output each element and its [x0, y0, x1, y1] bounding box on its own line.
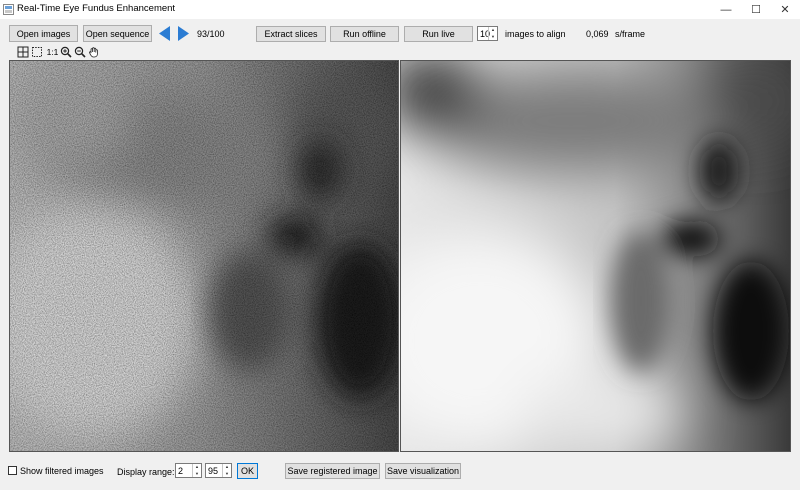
timing-unit: s/frame: [615, 29, 646, 39]
align-label: images to align: [505, 29, 566, 39]
zoom-in-icon[interactable]: [60, 46, 72, 58]
enhanced-fundus-image: [401, 61, 790, 451]
range-max-value: 95: [208, 465, 219, 476]
close-icon[interactable]: ✕: [770, 0, 800, 19]
range-min-value: 2: [178, 465, 184, 476]
save-visualization-button[interactable]: Save visualization: [385, 463, 461, 479]
stepper-arrows-icon[interactable]: ▲ ▼: [222, 464, 231, 477]
align-count-stepper[interactable]: 10 ▲ ▼: [477, 26, 498, 41]
open-sequence-button[interactable]: Open sequence: [83, 25, 152, 42]
select-region-icon[interactable]: [31, 46, 43, 58]
zoom-1to1-button[interactable]: 1:1: [46, 46, 59, 58]
timing-value: 0,069: [586, 29, 609, 39]
extract-slices-button[interactable]: Extract slices: [256, 26, 326, 42]
next-frame-icon[interactable]: [177, 25, 190, 42]
range-max-stepper[interactable]: 95 ▲ ▼: [205, 463, 232, 478]
zoom-out-icon[interactable]: [74, 46, 86, 58]
pan-hand-icon[interactable]: [88, 46, 100, 58]
open-images-button[interactable]: Open images: [9, 25, 78, 42]
ok-button[interactable]: OK: [237, 463, 258, 479]
app-icon: [3, 4, 14, 15]
window-title: Real-Time Eye Fundus Enhancement: [17, 3, 176, 14]
save-registered-button[interactable]: Save registered image: [285, 463, 380, 479]
run-offline-button[interactable]: Run offline: [330, 26, 399, 42]
show-filtered-checkbox[interactable]: [8, 466, 17, 475]
frame-counter: 93/100: [197, 29, 225, 39]
run-live-button[interactable]: Run live: [404, 26, 473, 42]
fit-to-window-icon[interactable]: [17, 46, 29, 58]
raw-fundus-image: [10, 61, 398, 451]
display-range-label: Display range:: [117, 467, 175, 477]
maximize-icon[interactable]: ☐: [741, 0, 771, 19]
minimize-icon[interactable]: —: [711, 0, 741, 19]
stepper-arrows-icon[interactable]: ▲ ▼: [488, 27, 497, 40]
raw-image-viewer[interactable]: [9, 60, 399, 452]
enhanced-image-viewer[interactable]: [400, 60, 791, 452]
range-min-stepper[interactable]: 2 ▲ ▼: [175, 463, 202, 478]
show-filtered-label: Show filtered images: [20, 466, 104, 476]
previous-frame-icon[interactable]: [158, 25, 171, 42]
stepper-arrows-icon[interactable]: ▲ ▼: [192, 464, 201, 477]
